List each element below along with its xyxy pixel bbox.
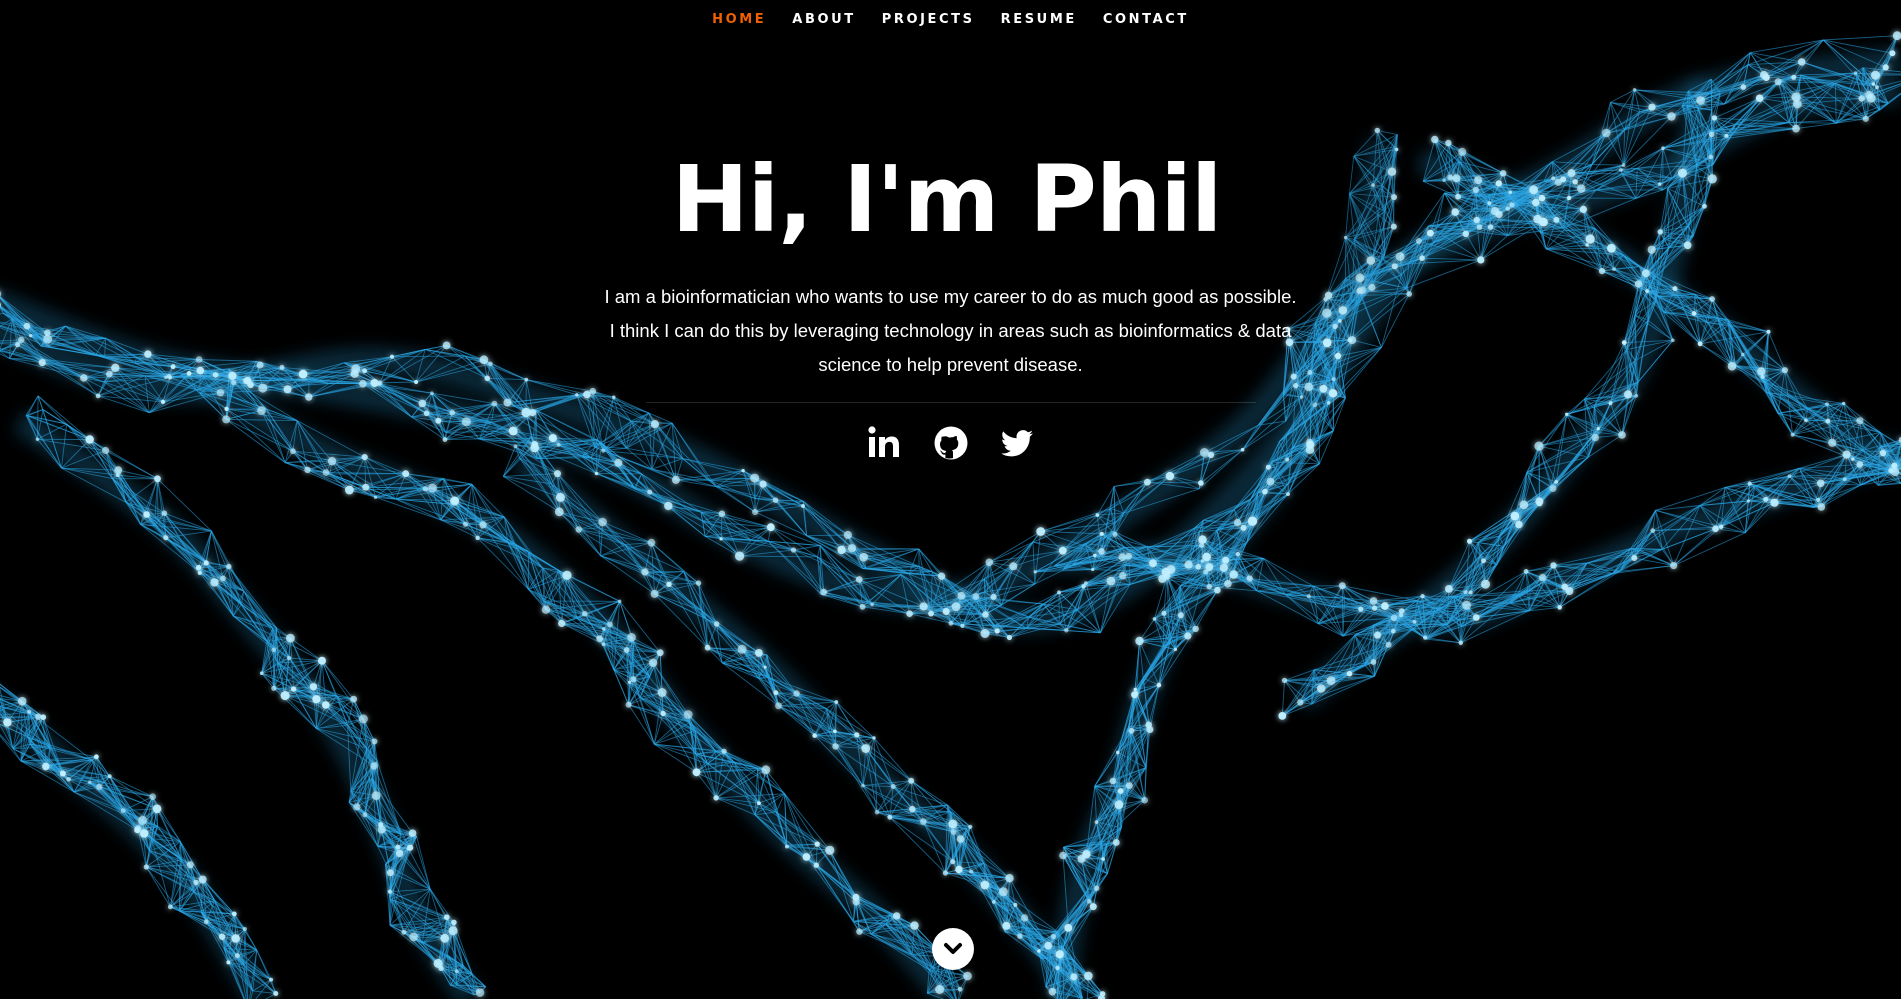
divider — [645, 402, 1256, 403]
hero-title: Hi, I'm Phil — [671, 146, 1223, 253]
nav-projects-link[interactable]: PROJECTS — [882, 12, 975, 27]
scroll-down-button[interactable] — [932, 928, 974, 970]
chevron-down-icon — [944, 943, 962, 954]
github-link[interactable] — [933, 425, 969, 461]
github-icon — [934, 426, 967, 460]
twitter-icon — [1000, 430, 1033, 457]
hero-description: I am a bioinformatician who wants to use… — [604, 286, 1297, 375]
linkedin-link[interactable] — [867, 425, 903, 461]
main-nav: HOME ABOUT PROJECTS RESUME CONTACT — [0, 12, 1901, 27]
linkedin-icon — [867, 426, 899, 457]
nav-contact-link[interactable]: CONTACT — [1103, 12, 1189, 27]
social-links — [0, 425, 1901, 461]
nav-about-link[interactable]: ABOUT — [792, 12, 855, 27]
nav-home-link[interactable]: HOME — [712, 12, 766, 27]
twitter-link[interactable] — [999, 425, 1035, 461]
hero-section: Hi, I'm Phil I am a bioinformatician who… — [0, 140, 1901, 461]
nav-resume-link[interactable]: RESUME — [1001, 12, 1077, 27]
